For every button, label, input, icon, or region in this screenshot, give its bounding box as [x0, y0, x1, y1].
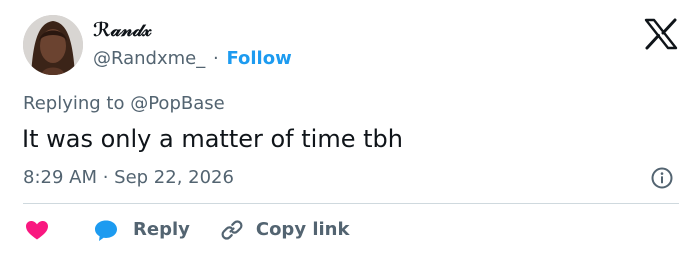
like-button[interactable]	[23, 218, 51, 242]
display-name[interactable]: ℛ𝒶𝓃𝒹𝓍	[93, 18, 152, 42]
copy-link-button[interactable]: Copy link	[220, 218, 350, 242]
separator-dot: ·	[212, 48, 219, 69]
link-icon	[221, 220, 243, 240]
reply-button[interactable]: Reply	[93, 218, 190, 242]
action-bar: Reply Copy link	[23, 215, 349, 245]
info-icon[interactable]	[650, 166, 674, 190]
replying-to: Replying to @PopBase	[23, 92, 225, 116]
speech-bubble-icon	[95, 220, 117, 241]
x-logo-icon[interactable]	[643, 18, 679, 50]
author-handle[interactable]: @Randxme_	[93, 48, 205, 69]
replying-to-mention[interactable]: @PopBase	[130, 93, 224, 114]
divider	[23, 203, 679, 204]
heart-icon	[26, 221, 48, 240]
reply-label: Reply	[133, 219, 190, 240]
handle-row: @Randxme_ · Follow	[93, 47, 292, 71]
avatar-image	[23, 15, 83, 75]
avatar[interactable]	[23, 15, 83, 75]
replying-prefix: Replying to	[23, 93, 125, 114]
copy-link-label: Copy link	[255, 219, 350, 240]
follow-button[interactable]: Follow	[226, 48, 291, 69]
tweet-text: It was only a matter of time tbh	[22, 125, 403, 153]
tweet-timestamp[interactable]: 8:29 AM · Sep 22, 2026	[23, 166, 234, 190]
